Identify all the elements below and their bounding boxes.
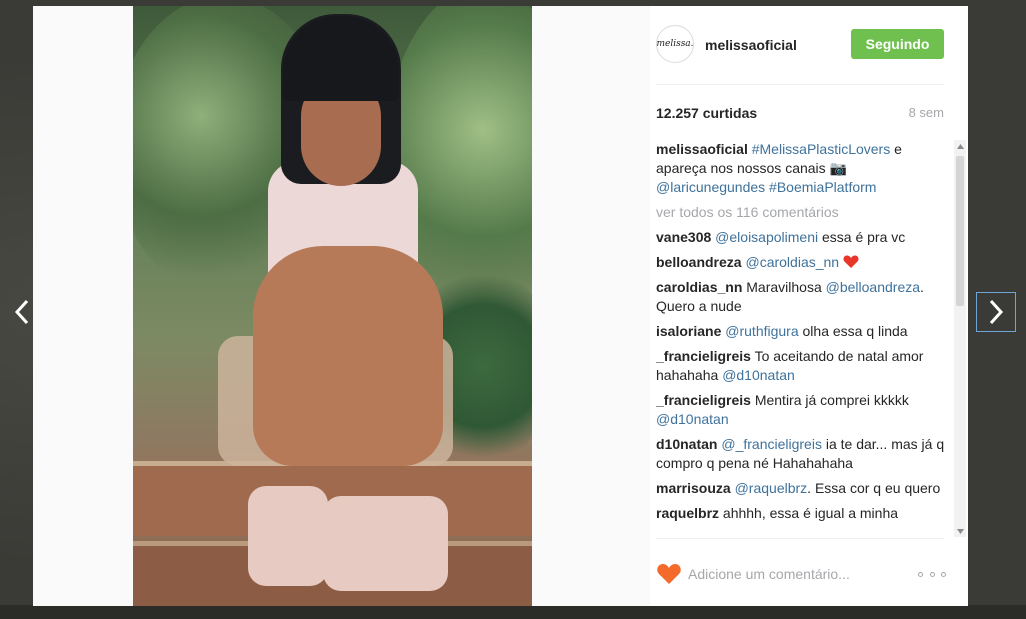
scroll-up-button[interactable]: [954, 140, 966, 152]
next-post-button[interactable]: [976, 292, 1016, 332]
mention-link[interactable]: @eloisapolimeni: [715, 229, 818, 245]
comment-user[interactable]: caroldias_nn: [656, 279, 742, 295]
dot: [929, 571, 935, 577]
mention-link[interactable]: @belloandreza: [826, 279, 920, 295]
heart-emoji-icon: [843, 255, 859, 268]
comment-user[interactable]: raquelbrz: [656, 505, 719, 521]
dot: [918, 571, 923, 577]
list-item: d10natan @_francieligreis ia te dar... m…: [656, 435, 946, 473]
caption: melissaoficial #MelissaPlasticLovers e a…: [656, 140, 946, 197]
sandal: [323, 496, 448, 591]
avatar[interactable]: melissa.: [656, 25, 694, 63]
likes-count[interactable]: 12.257 curtidas: [656, 105, 757, 121]
post-footer: [653, 538, 968, 606]
comment-user[interactable]: _francieligreis: [656, 392, 751, 408]
like-button[interactable]: [656, 562, 682, 586]
mention-link[interactable]: @laricunegundes: [656, 179, 765, 195]
divider: [656, 84, 944, 85]
caret-up-icon: [956, 143, 964, 149]
chevron-right-icon: [989, 299, 1004, 325]
comment-text: essa é pra vc: [818, 229, 906, 245]
list-item: _francieligreis Mentira já comprei kkkkk…: [656, 391, 946, 429]
comment-user[interactable]: _francieligreis: [656, 348, 751, 364]
list-item: caroldias_nn Maravilhosa @belloandreza. …: [656, 278, 946, 316]
list-item: raquelbrz ahhhh, essa é igual a minha: [656, 504, 946, 523]
post-header: melissa. melissaoficial Seguindo: [653, 6, 968, 84]
post-photo[interactable]: [133, 6, 532, 606]
mention-link[interactable]: @_francieligreis: [721, 436, 822, 452]
comment-text: Maravilhosa: [742, 279, 826, 295]
list-item: _francieligreis To aceitando de natal am…: [656, 347, 946, 385]
comments-list: melissaoficial #MelissaPlasticLovers e a…: [656, 140, 946, 537]
mention-link[interactable]: @raquelbrz: [735, 480, 808, 496]
legs: [253, 246, 443, 466]
hashtag-link[interactable]: #BoemiaPlatform: [765, 179, 876, 195]
mention-link[interactable]: @d10natan: [656, 411, 729, 427]
list-item: belloandreza @caroldias_nn: [656, 253, 946, 272]
mention-link[interactable]: @ruthfigura: [725, 323, 798, 339]
comment-input[interactable]: [688, 564, 903, 584]
mention-link[interactable]: @d10natan: [722, 367, 795, 383]
comment-text: . Essa cor q eu quero: [807, 480, 941, 496]
dot: [941, 571, 946, 577]
comment-user[interactable]: marrisouza: [656, 480, 731, 496]
comment-user[interactable]: melissaoficial: [656, 141, 748, 157]
post-time[interactable]: 8 sem: [909, 105, 944, 120]
comment-user[interactable]: belloandreza: [656, 254, 742, 270]
photo-area: [33, 6, 650, 606]
comment-user[interactable]: vane308: [656, 229, 711, 245]
scroll-down-button[interactable]: [954, 525, 966, 537]
list-item: isaloriane @ruthfigura olha essa q linda: [656, 322, 946, 341]
comment-user[interactable]: d10natan: [656, 436, 717, 452]
scrollbar-thumb[interactable]: [956, 156, 964, 306]
following-button[interactable]: Seguindo: [851, 29, 944, 59]
username-link[interactable]: melissaoficial: [705, 37, 797, 53]
hashtag-link[interactable]: #MelissaPlasticLovers: [752, 141, 891, 157]
mention-link[interactable]: @caroldias_nn: [745, 254, 839, 270]
list-item: marrisouza @raquelbrz. Essa cor q eu que…: [656, 479, 946, 498]
heart-icon: [657, 564, 681, 584]
more-options-button[interactable]: [918, 568, 946, 580]
comment-text: Mentira já comprei kkkkk: [750, 392, 909, 408]
view-all-comments-link[interactable]: ver todos os 116 comentários: [656, 203, 946, 222]
post-modal: melissa. melissaoficial Seguindo 12.257 …: [33, 6, 968, 606]
sandal: [248, 486, 328, 586]
list-item: vane308 @eloisapolimeni essa é pra vc: [656, 228, 946, 247]
comment-user[interactable]: isaloriane: [656, 323, 721, 339]
comment-text: ahhhh, essa é igual a minha: [719, 505, 899, 521]
chevron-left-icon: [14, 299, 29, 325]
caret-down-icon: [956, 528, 964, 534]
backdrop-strip: [0, 605, 1026, 619]
post-sidebar: melissa. melissaoficial Seguindo 12.257 …: [653, 6, 968, 606]
comment-text: olha essa q linda: [798, 323, 908, 339]
comments-scrollbar[interactable]: [954, 140, 966, 537]
